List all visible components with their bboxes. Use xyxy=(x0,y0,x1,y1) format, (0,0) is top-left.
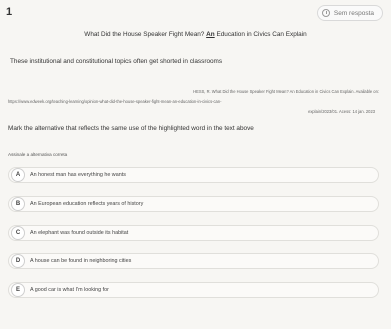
option-text: An elephant was found outside its habita… xyxy=(30,230,129,236)
option-letter: D xyxy=(11,254,25,268)
option-text: A house can be found in neighboring citi… xyxy=(30,258,132,264)
option-letter: A xyxy=(11,168,25,182)
title-after: Education in Civics Can Explain xyxy=(216,31,307,38)
option-e[interactable]: E A good car is what I'm looking for xyxy=(8,282,379,298)
option-letter: E xyxy=(11,283,25,297)
highlighted-word: An xyxy=(206,31,215,38)
question-card: 1 Sem resposta What Did the House Speake… xyxy=(0,0,391,329)
instruction-text: Assinale a alternativa correta xyxy=(8,152,68,157)
option-b[interactable]: B An European education reflects years o… xyxy=(8,196,379,212)
reference-line-2: https://www.edweek.org/teaching-learning… xyxy=(8,99,222,104)
option-a[interactable]: A An honest man has everything he wants xyxy=(8,167,379,183)
option-d[interactable]: D A house can be found in neighboring ci… xyxy=(8,253,379,269)
question-prompt: Mark the alternative that reflects the s… xyxy=(8,125,254,132)
option-letter: C xyxy=(11,226,25,240)
question-number: 1 xyxy=(6,6,13,18)
status-badge: Sem resposta xyxy=(316,5,383,21)
option-text: A good car is what I'm looking for xyxy=(30,287,109,293)
reference-citation: HESS, R. What Did the House Speaker Figh… xyxy=(8,87,381,117)
status-text: Sem resposta xyxy=(333,9,374,17)
option-c[interactable]: C An elephant was found outside its habi… xyxy=(8,225,379,241)
option-text: An honest man has everything he wants xyxy=(30,172,126,178)
text-title: What Did the House Speaker Fight Mean? A… xyxy=(0,31,391,38)
reference-line-3: explain/2023/01. Acess: 14 jan. 2023 xyxy=(308,109,375,114)
option-letter: B xyxy=(11,197,25,211)
reference-line-1: HESS, R. What Did the House Speaker Figh… xyxy=(193,89,379,94)
text-intro: These institutional and constitutional t… xyxy=(10,58,223,65)
option-text: An European education reflects years of … xyxy=(30,201,144,207)
title-before: What Did the House Speaker Fight Mean? xyxy=(84,31,205,38)
clock-icon xyxy=(321,9,330,17)
